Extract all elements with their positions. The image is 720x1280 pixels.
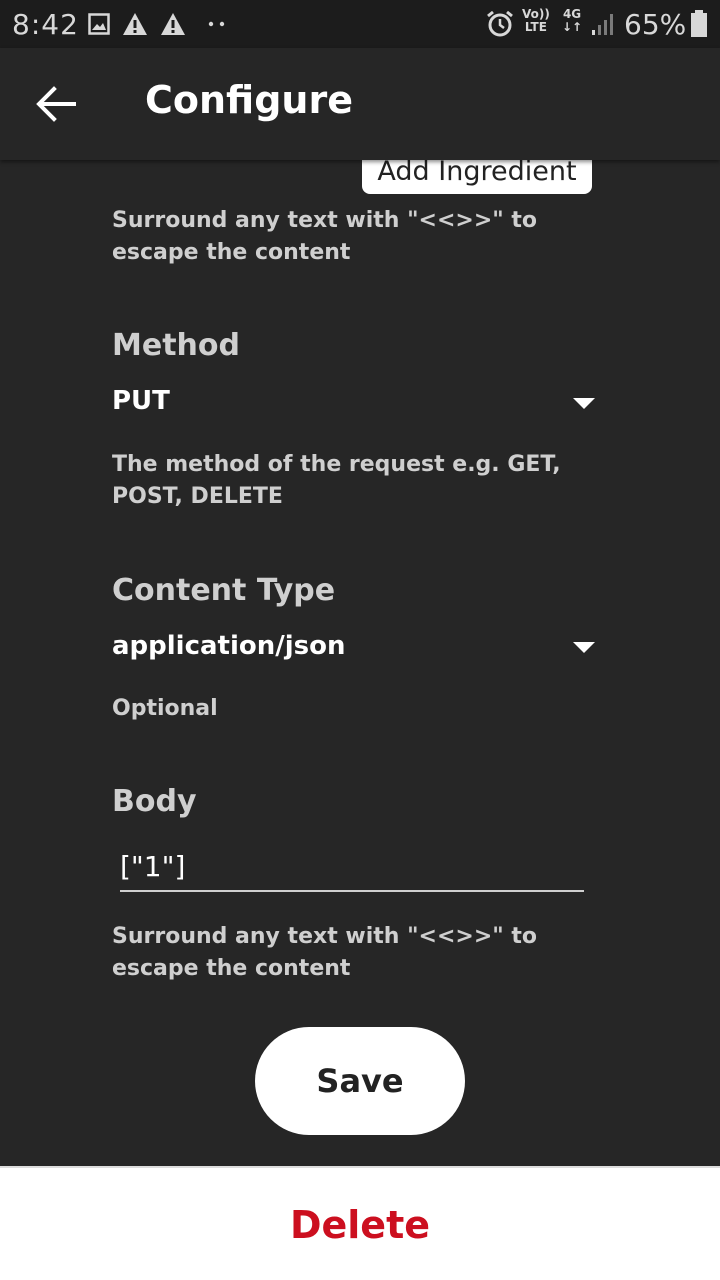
data-arrows-icon: ↓↑ xyxy=(562,20,583,34)
chevron-down-icon xyxy=(573,642,595,653)
url-helper-text: Surround any text with "<<>>" to escape … xyxy=(112,208,538,265)
delete-button[interactable]: Delete xyxy=(0,1168,720,1280)
chevron-down-icon xyxy=(573,398,595,409)
add-ingredient-button[interactable]: Add Ingredient xyxy=(362,160,592,194)
volte-indicator: Vo)) LTE xyxy=(522,8,550,34)
body-input[interactable] xyxy=(120,846,584,892)
back-arrow-icon[interactable] xyxy=(30,78,82,130)
delete-bar: Delete xyxy=(0,1166,720,1280)
alarm-icon xyxy=(487,10,513,37)
method-value: PUT xyxy=(112,386,170,416)
content-type-helper-text: Optional xyxy=(112,696,218,721)
configure-form: Add Ingredient Surround any text with "<… xyxy=(0,160,720,1166)
signal-icon xyxy=(592,14,613,35)
method-label: Method xyxy=(112,328,240,363)
warning-icon xyxy=(161,13,185,35)
save-button[interactable]: Save xyxy=(255,1027,465,1135)
image-icon xyxy=(88,13,110,35)
battery-percent: 65% xyxy=(624,8,687,41)
lte-label: LTE xyxy=(524,20,547,34)
body-helper-text: Surround any text with "<<>>" to escape … xyxy=(112,924,538,981)
content-type-label: Content Type xyxy=(112,573,336,608)
status-time: 8:42 xyxy=(12,8,79,41)
body-label: Body xyxy=(112,784,197,819)
content-type-value: application/json xyxy=(112,631,346,661)
network-type: 4G ↓↑ xyxy=(562,8,582,34)
more-dots-icon xyxy=(208,21,225,27)
app-bar: Configure xyxy=(0,48,720,160)
warning-icon xyxy=(123,13,147,35)
method-helper-text: The method of the request e.g. GET, POST… xyxy=(112,452,561,509)
page-title: Configure xyxy=(145,78,353,122)
battery-icon xyxy=(691,10,707,37)
status-bar: 8:42 Vo)) LTE 4G ↓↑ 65% xyxy=(0,0,720,48)
screen: 8:42 Vo)) LTE 4G ↓↑ 65% Configure Add In… xyxy=(0,0,720,1280)
